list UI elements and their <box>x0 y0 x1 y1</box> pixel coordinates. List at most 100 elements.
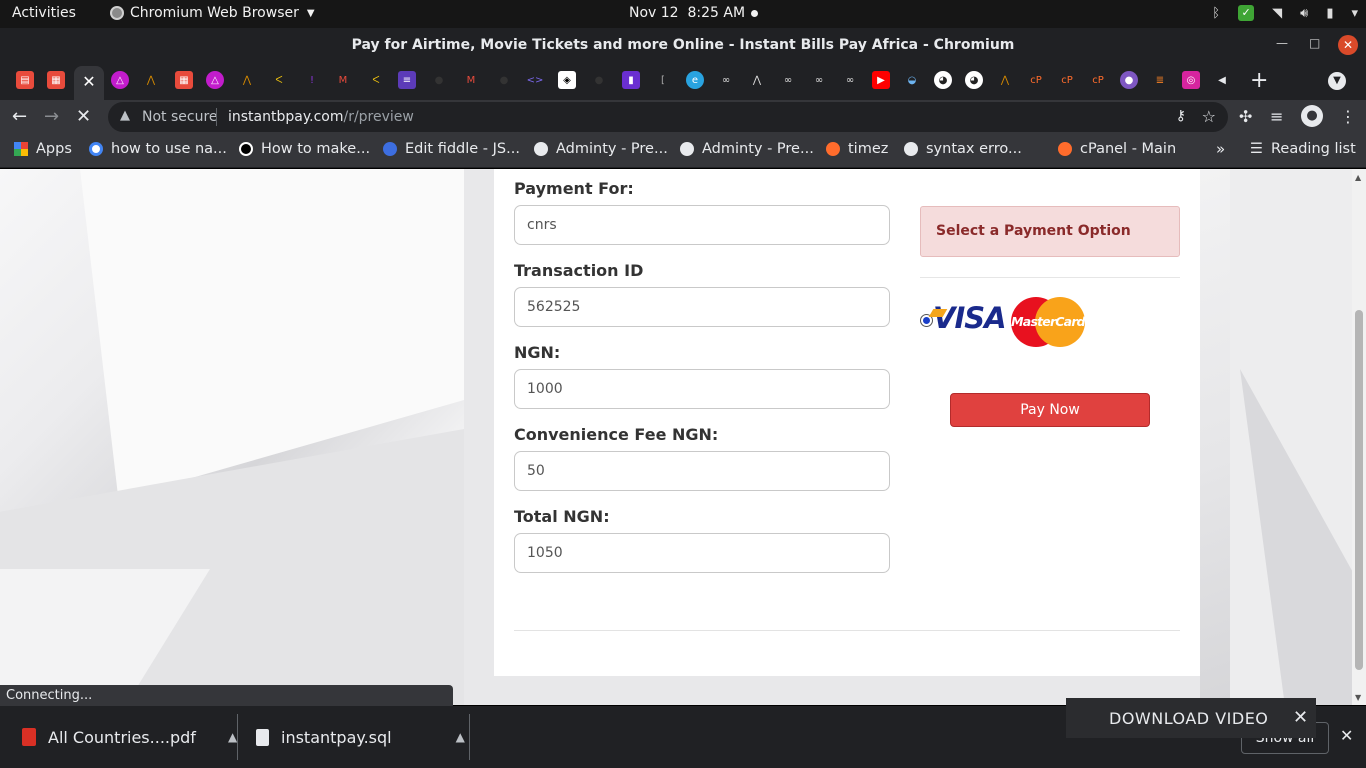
tab-favicon[interactable]: ◕ <box>934 71 952 89</box>
tab-favicon[interactable]: △ <box>111 71 129 89</box>
tab-favicon[interactable]: ◎ <box>1182 71 1200 89</box>
close-window-icon[interactable]: ✕ <box>1338 35 1358 55</box>
minimize-icon[interactable]: — <box>1276 36 1288 50</box>
clock[interactable]: Nov 12 8:25 AM <box>629 5 745 21</box>
visa-logo: VISA <box>928 301 1007 341</box>
maximize-icon[interactable]: □ <box>1309 36 1320 50</box>
bookmark-item[interactable]: timez <box>826 141 888 157</box>
tab-favicon[interactable]: ▦ <box>175 71 193 89</box>
tab-favicon[interactable]: ⋀ <box>238 71 256 89</box>
bookmark-apps[interactable]: Apps <box>14 141 72 157</box>
reading-list-label: Reading list <box>1271 141 1356 157</box>
total-field[interactable]: 1050 <box>514 533 890 573</box>
payment-for-field[interactable]: cnrs <box>514 205 890 245</box>
forward-button[interactable]: → <box>44 106 59 127</box>
bookmark-item[interactable]: syntax erro... <box>904 141 1022 157</box>
scrollbar-thumb[interactable] <box>1355 310 1363 670</box>
download-item[interactable]: All Countries....pdf ▲ <box>22 706 237 768</box>
tab-favicon[interactable]: △ <box>206 71 224 89</box>
tab-favicon[interactable]: ◒ <box>903 71 921 89</box>
tab-favicon[interactable]: M <box>334 71 352 89</box>
download-video-overlay[interactable]: DOWNLOAD VIDEO ✕ <box>1066 698 1316 738</box>
ngn-field[interactable]: 1000 <box>514 369 890 409</box>
close-overlay-icon[interactable]: ✕ <box>1293 707 1309 728</box>
tab-favicon[interactable]: ∞ <box>841 71 859 89</box>
activities-button[interactable]: Activities <box>12 5 76 21</box>
more-bookmarks-icon[interactable]: » <box>1216 140 1225 158</box>
convenience-fee-label: Convenience Fee NGN: <box>514 425 719 444</box>
tab-audio-icon[interactable]: ◀︎ <box>1213 71 1231 89</box>
battery-icon: ▮ <box>1326 5 1334 21</box>
tab-favicon[interactable]: cP <box>1089 71 1107 89</box>
app-menu[interactable]: Chromium Web Browser ▼ <box>110 5 315 21</box>
scroll-down-icon[interactable]: ▼ <box>1355 693 1361 702</box>
security-label[interactable]: Not secure <box>142 109 218 125</box>
tab-favicon[interactable]: cP <box>1058 71 1076 89</box>
tab-favicon[interactable]: ᐸ <box>367 71 385 89</box>
bookmark-star-icon[interactable]: ☆ <box>1202 107 1216 126</box>
bookmark-label: how to use na... <box>111 141 227 157</box>
tab-favicon[interactable]: ⋀ <box>996 71 1014 89</box>
shield-check-icon: ✓ <box>1238 5 1255 21</box>
tab-favicon[interactable]: ! <box>303 71 321 89</box>
system-tray[interactable]: ᛒ ✓ ◥ 🔊︎ ▮ ▾ <box>1212 5 1358 21</box>
bluetooth-icon: ᛒ <box>1212 5 1221 21</box>
bookmark-item[interactable]: Edit fiddle - JS... <box>383 141 520 157</box>
tab-favicon[interactable]: ● <box>1120 71 1138 89</box>
tab-favicon[interactable]: <> <box>526 71 544 89</box>
bookmark-item[interactable]: Adminty - Pre... <box>680 141 814 157</box>
close-downloads-icon[interactable]: ✕ <box>1340 726 1353 745</box>
tab-favicon[interactable]: ∞ <box>779 71 797 89</box>
medium-icon <box>239 142 253 156</box>
tab-favicon[interactable]: ● <box>495 71 513 89</box>
extensions-icon[interactable]: ✣ <box>1239 107 1252 126</box>
bookmark-item[interactable]: how to use na... <box>89 141 227 157</box>
tab-favicon[interactable]: ∞ <box>717 71 735 89</box>
tab-favicon[interactable]: ≡ <box>398 71 416 89</box>
tab-favicon[interactable]: ∞ <box>810 71 828 89</box>
tab-favicon[interactable]: M <box>462 71 480 89</box>
convenience-fee-field[interactable]: 50 <box>514 451 890 491</box>
tab-favicon[interactable]: ◈ <box>558 71 576 89</box>
active-tab-close-icon[interactable]: ✕ <box>74 66 104 100</box>
tab-favicon[interactable]: ▤ <box>16 71 34 89</box>
tab-search-button[interactable]: ▼ <box>1328 72 1346 90</box>
page-scrollbar[interactable]: ▲ ▼ <box>1352 169 1366 705</box>
transaction-id-field[interactable]: 562525 <box>514 287 890 327</box>
tab-favicon[interactable]: ◕ <box>965 71 983 89</box>
stop-loading-button[interactable]: ✕ <box>76 106 91 127</box>
bookmark-item[interactable]: Adminty - Pre... <box>534 141 668 157</box>
tab-favicon[interactable]: e <box>686 71 704 89</box>
mastercard-logo: MasterCard <box>1011 297 1086 347</box>
tab-favicon[interactable]: [ <box>654 71 672 89</box>
tab-favicon[interactable]: ≣ <box>1151 71 1169 89</box>
url-text[interactable]: instantbpay.com/r/preview <box>228 109 414 125</box>
tab-favicon[interactable]: ᐸ <box>270 71 288 89</box>
address-bar[interactable]: ▲ Not secure instantbpay.com/r/preview ⚷… <box>108 102 1228 132</box>
scroll-up-icon[interactable]: ▲ <box>1355 173 1361 182</box>
download-item[interactable]: instantpay.sql ▲ <box>256 706 465 768</box>
chevron-up-icon[interactable]: ▲ <box>228 730 237 744</box>
tab-favicon[interactable]: cP <box>1027 71 1045 89</box>
tab-favicon[interactable]: ● <box>590 71 608 89</box>
tab-favicon[interactable]: ⋀ <box>142 71 160 89</box>
tab-favicon[interactable]: ▦ <box>47 71 65 89</box>
download-filename: All Countries....pdf <box>48 727 196 747</box>
chevron-up-icon[interactable]: ▲ <box>456 730 465 744</box>
url-path: /r/preview <box>343 109 414 125</box>
tab-favicon[interactable]: ▶ <box>872 71 890 89</box>
profile-avatar[interactable]: ● <box>1301 105 1323 127</box>
menu-kebab-icon[interactable]: ⋮ <box>1340 107 1356 126</box>
bookmark-item[interactable]: cPanel - Main <box>1058 141 1176 157</box>
download-video-label: DOWNLOAD VIDEO <box>1109 709 1269 728</box>
tab-favicon[interactable]: ⋀ <box>748 71 766 89</box>
tab-favicon[interactable]: ▮ <box>622 71 640 89</box>
reading-list-button[interactable]: ☰ Reading list <box>1250 141 1356 157</box>
tab-favicon[interactable]: ● <box>430 71 448 89</box>
key-icon[interactable]: ⚷ <box>1176 108 1186 124</box>
pay-now-button[interactable]: Pay Now <box>950 393 1150 427</box>
back-button[interactable]: ← <box>12 106 27 127</box>
bookmark-item[interactable]: How to make... <box>239 141 370 157</box>
new-tab-button[interactable]: + <box>1250 68 1268 93</box>
media-controls-icon[interactable]: ≡ <box>1270 107 1283 126</box>
